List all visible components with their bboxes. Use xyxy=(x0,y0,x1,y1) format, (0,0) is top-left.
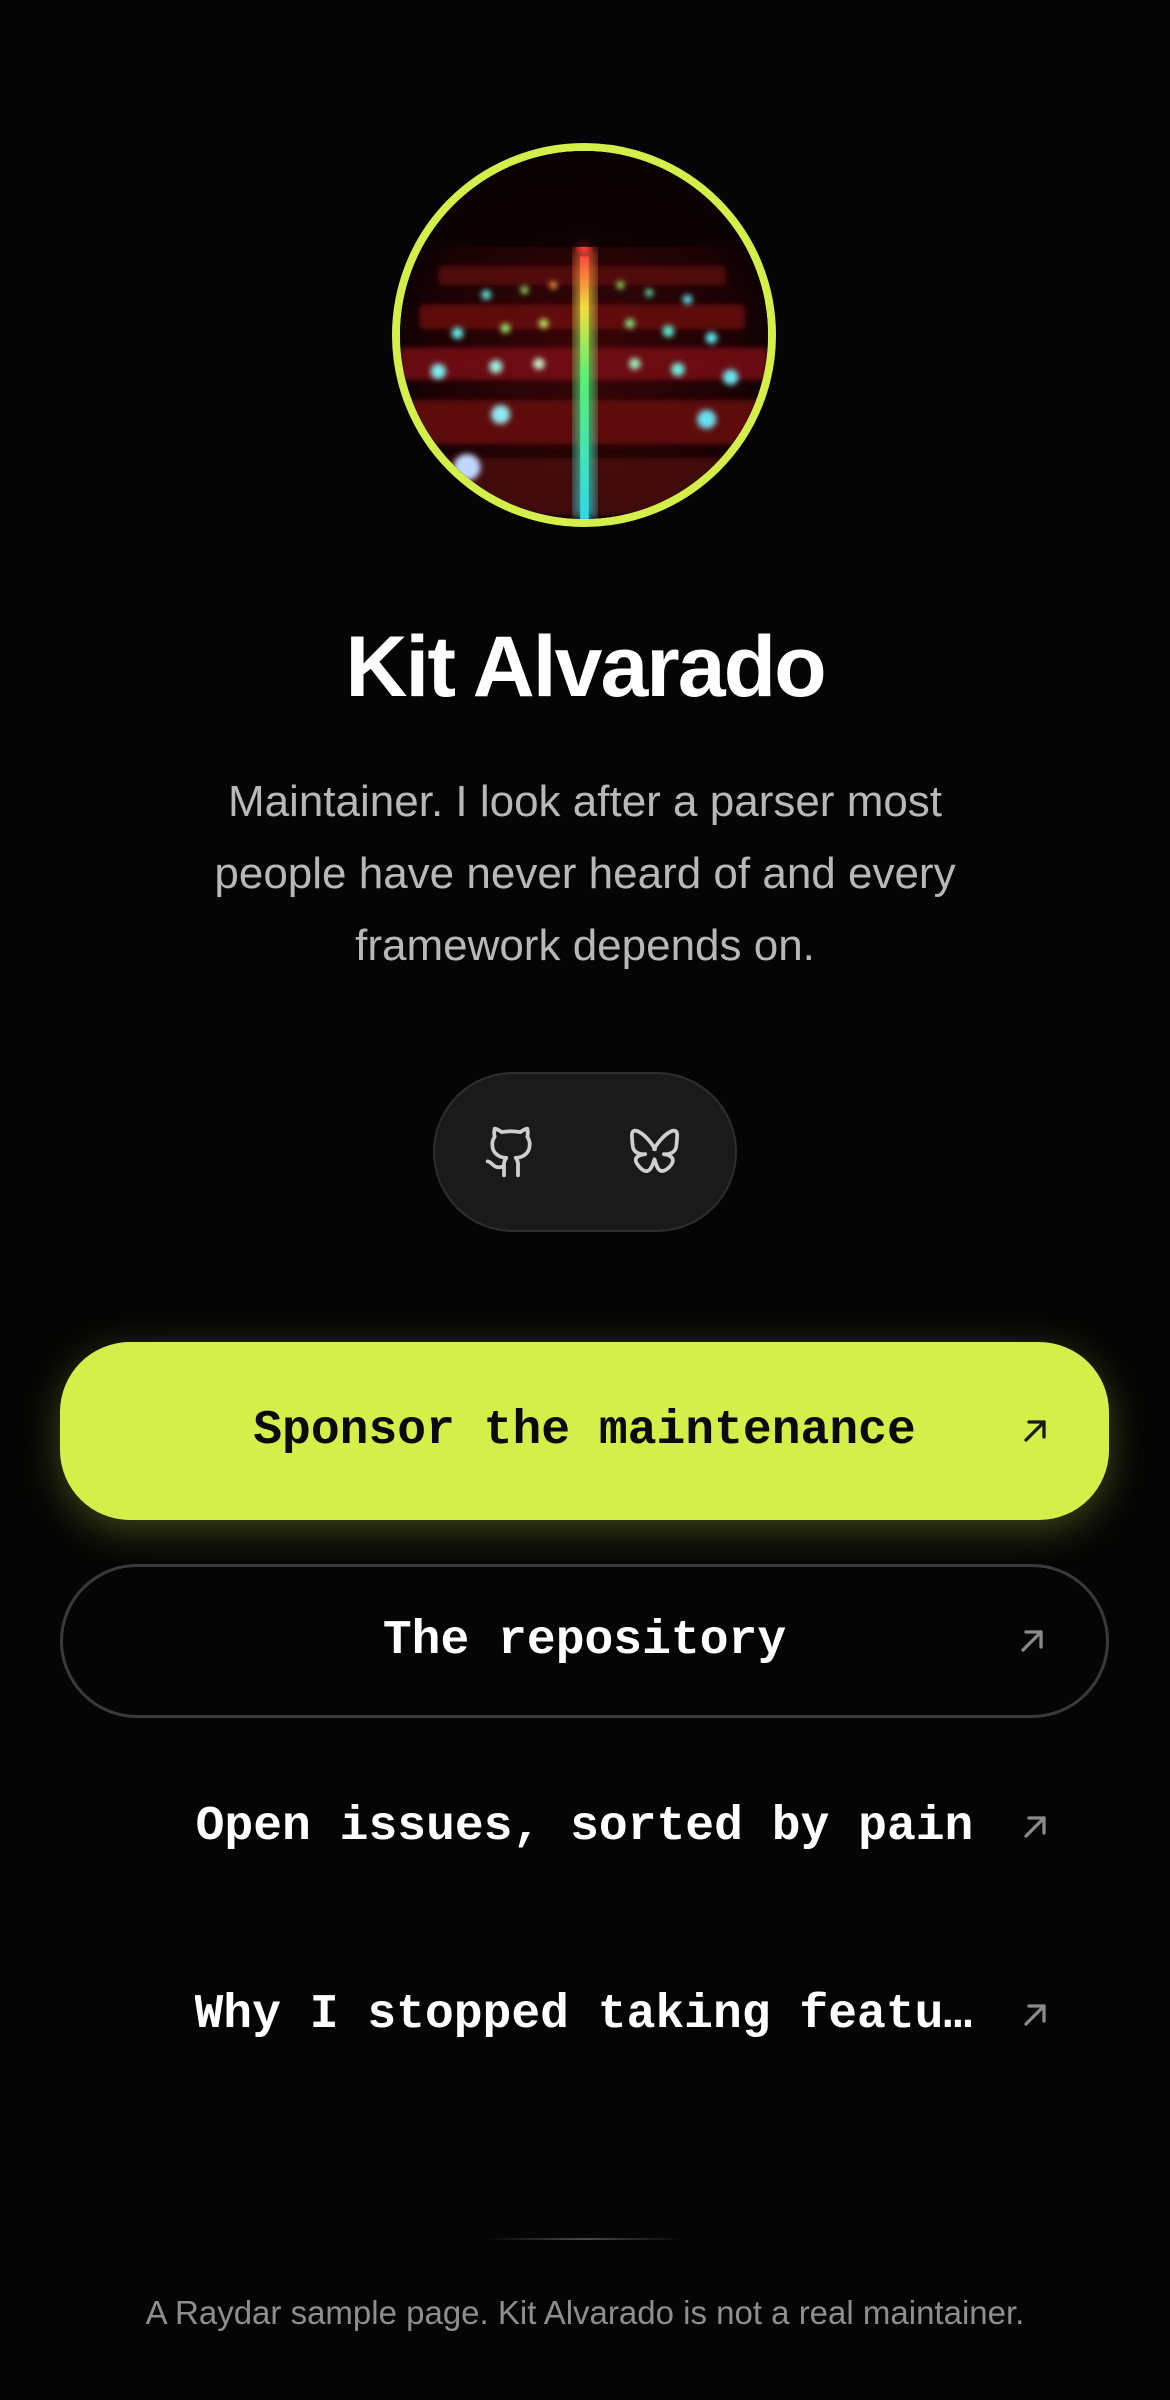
avatar xyxy=(392,143,776,527)
sponsor-button[interactable]: Sponsor the maintenance xyxy=(60,1342,1109,1520)
sponsor-label: Sponsor the maintenance xyxy=(253,1404,916,1458)
issues-link[interactable]: Open issues, sorted by pain xyxy=(60,1762,1109,1892)
footer-divider xyxy=(487,2238,683,2240)
arrow-up-right-icon xyxy=(1021,1630,1043,1652)
profile-name: Kit Alvarado xyxy=(345,619,826,715)
repository-button[interactable]: The repository xyxy=(60,1564,1109,1718)
feature-post-label: Why I stopped taking feature… xyxy=(194,1988,975,2042)
feature-post-link[interactable]: Why I stopped taking feature… xyxy=(60,1950,1109,2080)
repository-label: The repository xyxy=(382,1614,787,1668)
arrow-up-right-icon xyxy=(1024,2004,1046,2026)
profile-page: Kit Alvarado Maintainer. I look after a … xyxy=(0,0,1170,2400)
footer-note: A Raydar sample page. Kit Alvarado is no… xyxy=(145,2294,1025,2331)
bluesky-icon xyxy=(630,1128,680,1173)
issues-label: Open issues, sorted by pain xyxy=(195,1800,974,1854)
bluesky-link[interactable] xyxy=(623,1120,687,1184)
profile-bio: Maintainer. I look after a parser most p… xyxy=(214,777,956,970)
github-link[interactable] xyxy=(479,1120,543,1184)
keyboard-photo-avatar xyxy=(400,151,768,519)
arrow-up-right-icon xyxy=(1024,1420,1046,1442)
arrow-up-right-icon xyxy=(1024,1816,1046,1838)
social-links xyxy=(433,1072,737,1232)
github-icon xyxy=(485,1126,532,1178)
